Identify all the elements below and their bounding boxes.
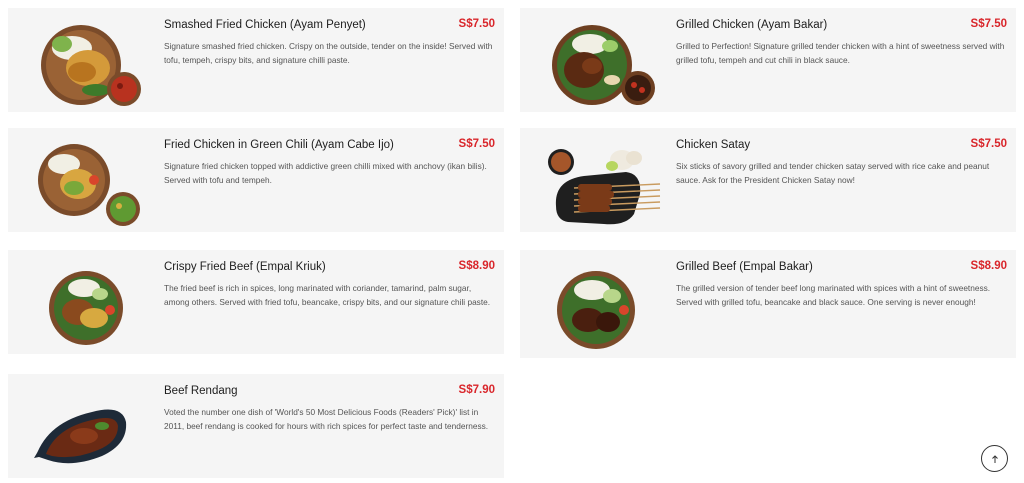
menu-item-name: Chicken Satay bbox=[676, 139, 751, 151]
menu-item-card: Fried Chicken in Green Chili (Ayam Cabe … bbox=[8, 128, 504, 232]
menu-item-price: S$7.50 bbox=[970, 18, 1007, 30]
menu-item-card: Smashed Fried Chicken (Ayam Penyet) S$7.… bbox=[8, 8, 504, 112]
menu-item-card: Grilled Beef (Empal Bakar) S$8.90 The gr… bbox=[520, 250, 1016, 358]
menu-item-description: Signature smashed fried chicken. Crispy … bbox=[164, 41, 493, 65]
menu-item-price: S$7.50 bbox=[458, 18, 495, 30]
scroll-to-top-button[interactable] bbox=[981, 445, 1008, 472]
arrow-up-icon bbox=[991, 454, 998, 463]
menu-item-description: Voted the number one dish of 'World's 50… bbox=[164, 407, 489, 431]
menu-item-description: The fried beef is rich in spices, long m… bbox=[164, 283, 491, 307]
menu-item-price: S$8.90 bbox=[458, 260, 495, 272]
menu-item-name: Crispy Fried Beef (Empal Kriuk) bbox=[164, 261, 326, 273]
grilled-beef-plate-icon bbox=[534, 262, 668, 358]
menu-item-description: Signature fried chicken topped with addi… bbox=[164, 161, 487, 185]
beef-rendang-dish-icon bbox=[22, 382, 156, 478]
menu-item-card: Chicken Satay S$7.50 Six sticks of savor… bbox=[520, 128, 1016, 232]
menu-item-name: Beef Rendang bbox=[164, 385, 238, 397]
menu-item-description: Six sticks of savory grilled and tender … bbox=[676, 161, 990, 185]
menu-item-name: Smashed Fried Chicken (Ayam Penyet) bbox=[164, 19, 366, 31]
menu-item-price: S$7.90 bbox=[458, 384, 495, 396]
green-chili-chicken-plate-icon bbox=[22, 136, 156, 232]
menu-item-card: Grilled Chicken (Ayam Bakar) S$7.50 Gril… bbox=[520, 8, 1016, 112]
menu-item-price: S$8.90 bbox=[970, 260, 1007, 272]
menu-item-name: Grilled Chicken (Ayam Bakar) bbox=[676, 19, 828, 31]
menu-item-description: Grilled to Perfection! Signature grilled… bbox=[676, 41, 1005, 65]
menu-item-card: Crispy Fried Beef (Empal Kriuk) S$8.90 T… bbox=[8, 250, 504, 354]
fried-chicken-plate-icon bbox=[22, 16, 156, 112]
grilled-chicken-plate-icon bbox=[534, 16, 668, 112]
satay-skewers-icon bbox=[534, 136, 668, 232]
menu-item-card: Beef Rendang S$7.90 Voted the number one… bbox=[8, 374, 504, 478]
menu-item-name: Fried Chicken in Green Chili (Ayam Cabe … bbox=[164, 139, 394, 151]
menu-item-name: Grilled Beef (Empal Bakar) bbox=[676, 261, 813, 273]
menu-item-price: S$7.50 bbox=[970, 138, 1007, 150]
menu-item-price: S$7.50 bbox=[458, 138, 495, 150]
menu-item-description: The grilled version of tender beef long … bbox=[676, 283, 991, 307]
crispy-beef-plate-icon bbox=[22, 258, 156, 354]
